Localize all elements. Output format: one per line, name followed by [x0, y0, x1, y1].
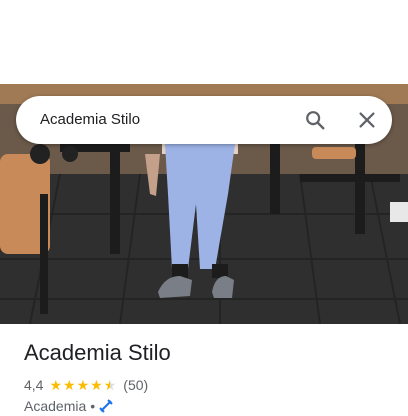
star-icon: ★	[63, 377, 76, 393]
category-row: Academia •	[24, 398, 113, 414]
rating-value: 4,4	[24, 377, 44, 393]
star-icon: ★	[76, 377, 90, 393]
star-icon: ★	[90, 377, 103, 393]
star-icon: ★	[49, 377, 63, 393]
separator-dot: •	[90, 398, 96, 414]
search-icon[interactable]	[304, 109, 326, 131]
place-title: Academia Stilo	[24, 340, 171, 365]
close-icon[interactable]	[356, 109, 378, 131]
search-bar[interactable]: Academia Stilo	[16, 96, 392, 144]
fitness-icon	[99, 399, 113, 413]
category-label: Academia	[24, 398, 87, 414]
star-rating: ★ ★ ★ ★ ★	[49, 378, 117, 392]
star-half-icon: ★	[103, 377, 117, 393]
search-input[interactable]: Academia Stilo	[40, 96, 140, 144]
rating-row[interactable]: 4,4 ★ ★ ★ ★ ★ (50)	[24, 376, 148, 394]
review-count[interactable]: (50)	[123, 377, 148, 393]
